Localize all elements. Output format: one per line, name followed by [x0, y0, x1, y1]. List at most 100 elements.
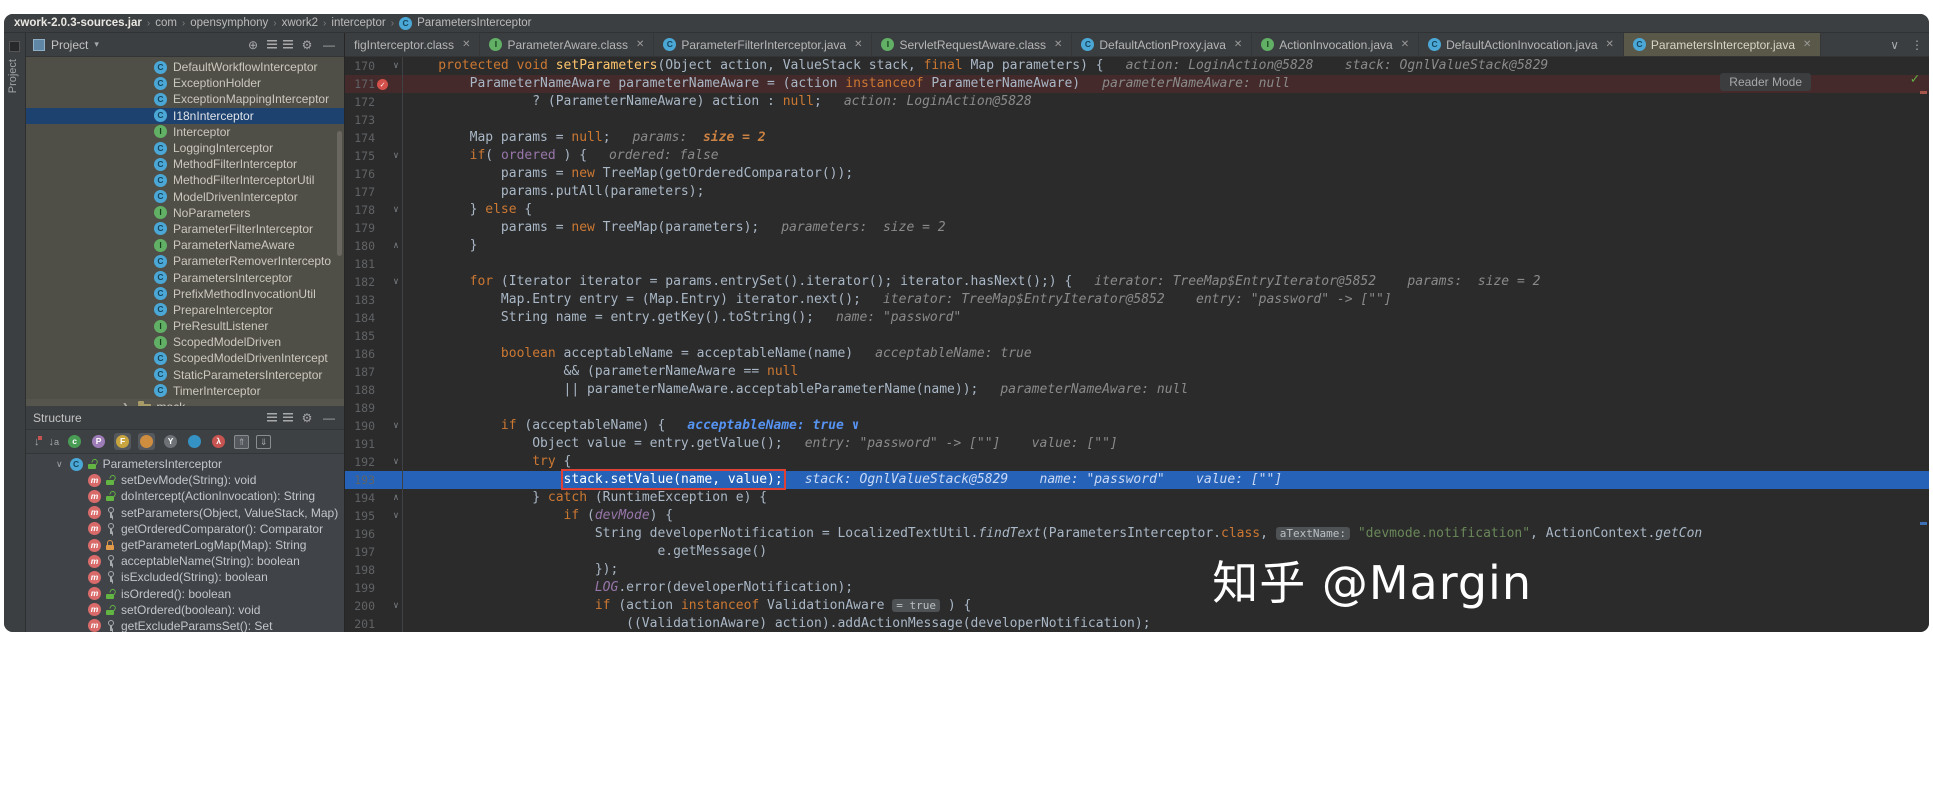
code-line-170[interactable]: 170 ∨ protected void setParameters(Object… — [345, 57, 1929, 75]
code-line-189[interactable]: 189 — [345, 399, 1929, 417]
breakpoint-column[interactable] — [375, 543, 390, 561]
breakpoint-column[interactable] — [375, 417, 390, 435]
line-number[interactable]: 196 — [345, 525, 375, 543]
code-line-185[interactable]: 185 — [345, 327, 1929, 345]
breakpoint-column[interactable] — [375, 471, 390, 489]
fold-marker[interactable]: ∨ — [390, 273, 402, 291]
fold-marker[interactable] — [390, 471, 402, 489]
editor-tab[interactable]: I ServletRequestAware.class ✕ — [872, 33, 1073, 56]
line-number[interactable]: 200 — [345, 597, 375, 615]
close-icon[interactable]: ✕ — [462, 39, 470, 50]
fold-marker[interactable]: ∧ — [390, 489, 402, 507]
breakpoint-column[interactable] — [375, 93, 390, 111]
project-tree-item[interactable]: C ParametersInterceptor — [26, 269, 344, 285]
project-tree-item[interactable]: I Interceptor — [26, 124, 344, 140]
code-line-186[interactable]: 186 boolean acceptableName = acceptableN… — [345, 345, 1929, 363]
code-line-182[interactable]: 182 ∨ for (Iterator iterator = params.ent… — [345, 273, 1929, 291]
project-tree-item[interactable]: I ScopedModelDriven — [26, 334, 344, 350]
code-line-183[interactable]: 183 Map.Entry entry = (Map.Entry) iterat… — [345, 291, 1929, 309]
line-number[interactable]: 171 — [345, 75, 375, 93]
code-line-178[interactable]: 178 ∨ } else { — [345, 201, 1929, 219]
fold-marker[interactable] — [390, 399, 402, 417]
chevron-down-icon[interactable]: ∨ — [56, 459, 63, 470]
reader-mode-badge[interactable]: Reader Mode — [1720, 73, 1811, 91]
line-number[interactable]: 172 — [345, 93, 375, 111]
breakpoint-column[interactable] — [375, 309, 390, 327]
code-area[interactable]: Reader Mode ✓ 170 ∨ protected void setPar… — [345, 57, 1929, 632]
code-line-176[interactable]: 176 params = new TreeMap(getOrderedCompa… — [345, 165, 1929, 183]
code-line-191[interactable]: 191 Object value = entry.getValue(); entr… — [345, 435, 1929, 453]
project-tree-item[interactable]: C PrepareInterceptor — [26, 302, 344, 318]
line-number[interactable]: 176 — [345, 165, 375, 183]
close-icon[interactable]: ✕ — [1606, 39, 1614, 50]
project-tree-item[interactable]: C LoggingInterceptor — [26, 140, 344, 156]
line-number[interactable]: 193 — [345, 471, 375, 489]
error-stripe-mark[interactable] — [1920, 91, 1927, 94]
code-line-190[interactable]: 190 ∨ if (acceptableName) {acceptableName… — [345, 417, 1929, 435]
line-number[interactable]: 194 — [345, 489, 375, 507]
project-tree-item[interactable]: C ScopedModelDrivenIntercept — [26, 350, 344, 366]
code-line-181[interactable]: 181 — [345, 255, 1929, 273]
breakpoint-column[interactable] — [375, 57, 390, 75]
fold-marker[interactable] — [390, 183, 402, 201]
line-number[interactable]: 170 — [345, 57, 375, 75]
structure-root-item[interactable]: ∨ C ParametersInterceptor — [26, 456, 344, 472]
fold-marker[interactable] — [390, 345, 402, 363]
inspection-ok-icon[interactable]: ✓ — [1911, 71, 1919, 87]
breakpoint-column[interactable] — [375, 291, 390, 309]
fold-marker[interactable]: ∨ — [390, 597, 402, 615]
line-number[interactable]: 195 — [345, 507, 375, 525]
expand-all-icon[interactable] — [283, 413, 293, 422]
show-lambdas-toggle[interactable]: λ — [210, 433, 227, 450]
chevron-down-icon[interactable]: ▾ — [94, 39, 99, 50]
line-number[interactable]: 189 — [345, 399, 375, 417]
breadcrumb-item[interactable]: ParametersInterceptor — [417, 17, 531, 29]
structure-item[interactable]: m getOrderedComparator(): Comparator — [26, 521, 344, 537]
project-tree-item[interactable]: C ExceptionMappingInterceptor — [26, 91, 344, 107]
line-number[interactable]: 191 — [345, 435, 375, 453]
code-line-187[interactable]: 187 && (parameterNameAware == null — [345, 363, 1929, 381]
editor-tab[interactable]: C ParametersInterceptor.java ✕ — [1623, 33, 1822, 56]
project-tree-item[interactable]: C MethodFilterInterceptor — [26, 156, 344, 172]
structure-item[interactable]: m getParameterLogMap(Map): String — [26, 537, 344, 553]
line-number[interactable]: 201 — [345, 615, 375, 632]
close-icon[interactable]: ✕ — [854, 39, 862, 50]
collapse-all-icon[interactable] — [267, 40, 277, 49]
breakpoint-column[interactable] — [375, 615, 390, 632]
project-tree-item[interactable]: C DefaultWorkflowInterceptor — [26, 59, 344, 75]
fold-marker[interactable] — [390, 309, 402, 327]
breakpoint-column[interactable] — [375, 579, 390, 597]
fold-marker[interactable]: ∨ — [390, 507, 402, 525]
fold-marker[interactable] — [390, 75, 402, 93]
editor-tab[interactable]: C DefaultActionProxy.java ✕ — [1072, 33, 1253, 56]
code-line-198[interactable]: 198 }); — [345, 561, 1929, 579]
line-number[interactable]: 187 — [345, 363, 375, 381]
project-tree-item-mock[interactable]: ❯ mock — [26, 398, 344, 406]
line-number[interactable]: 190 — [345, 417, 375, 435]
breadcrumb-item[interactable]: com — [155, 17, 177, 29]
project-tree-item[interactable]: I NoParameters — [26, 205, 344, 221]
breakpoint-column[interactable] — [375, 327, 390, 345]
project-tree-item[interactable]: C PrefixMethodInvocationUtil — [26, 286, 344, 302]
breakpoint-column[interactable] — [375, 255, 390, 273]
project-tree-item[interactable]: I ParameterNameAware — [26, 237, 344, 253]
project-tree-item[interactable]: C MethodFilterInterceptorUtil — [26, 172, 344, 188]
breakpoint-column[interactable]: ✓ — [375, 75, 390, 93]
breakpoint-column[interactable] — [375, 147, 390, 165]
breakpoint-column[interactable] — [375, 363, 390, 381]
code-line-200[interactable]: 200 ∨ if (action instanceof ValidationAwa… — [345, 597, 1929, 615]
fold-marker[interactable] — [390, 381, 402, 399]
project-panel-title[interactable]: Project — [51, 38, 88, 52]
line-number[interactable]: 181 — [345, 255, 375, 273]
line-number[interactable]: 185 — [345, 327, 375, 345]
breakpoint-column[interactable] — [375, 507, 390, 525]
fold-marker[interactable] — [390, 327, 402, 345]
breakpoint-column[interactable] — [375, 111, 390, 129]
breakpoint-column[interactable] — [375, 561, 390, 579]
fold-marker[interactable]: ∨ — [390, 201, 402, 219]
hide-panel-icon[interactable]: — — [321, 411, 337, 425]
breakpoint-column[interactable] — [375, 345, 390, 363]
line-number[interactable]: 192 — [345, 453, 375, 471]
code-line-188[interactable]: 188 || parameterNameAware.acceptablePara… — [345, 381, 1929, 399]
line-number[interactable]: 198 — [345, 561, 375, 579]
